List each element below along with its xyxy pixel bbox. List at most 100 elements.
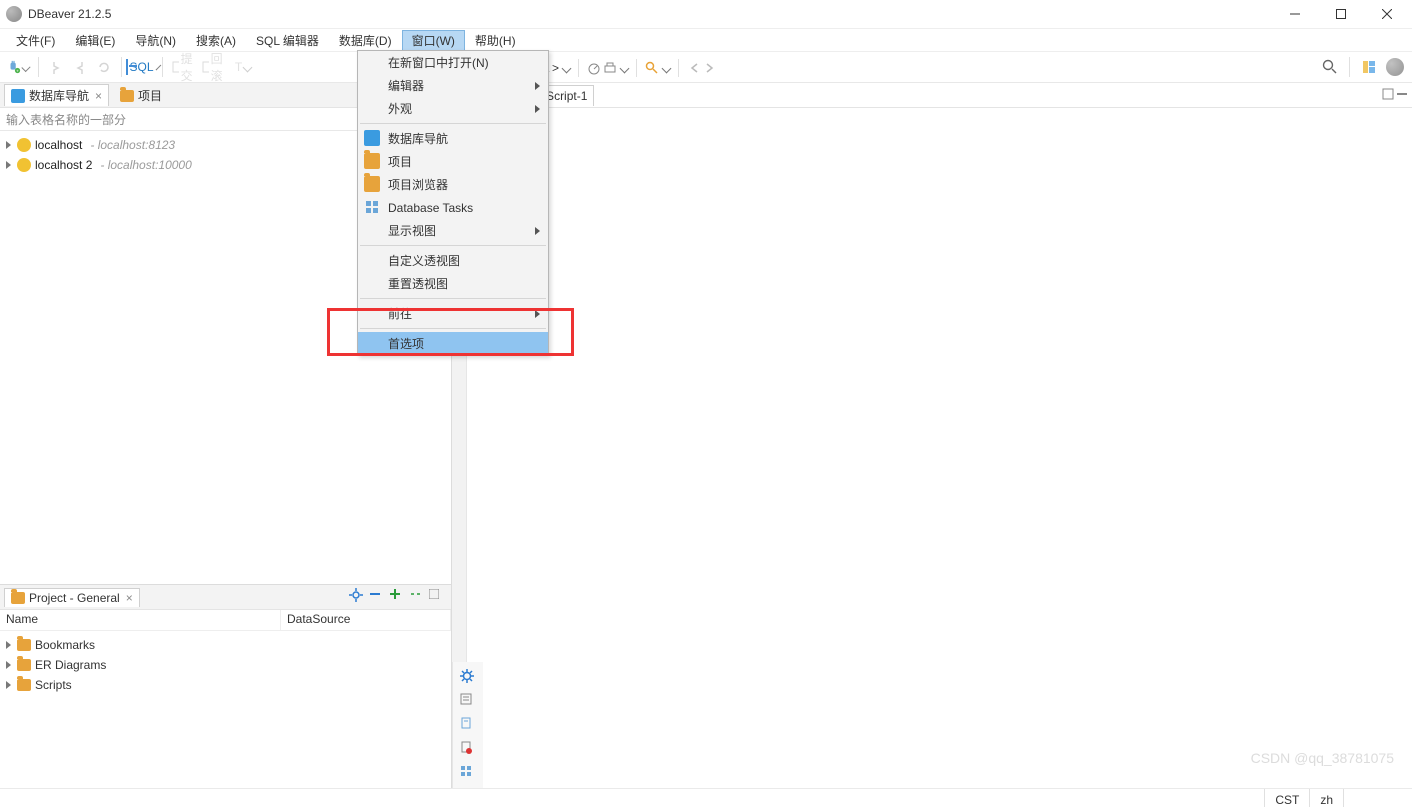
svg-text:+: + [16,68,19,73]
new-connection-button[interactable]: + [4,56,32,78]
expand-icon[interactable] [6,641,11,649]
menu-goto[interactable]: 前往 [358,302,548,325]
col-name[interactable]: Name [0,610,281,630]
filter-placeholder: 输入表格名称的一部分 [6,111,126,128]
menu-projects[interactable]: 项目 [358,150,548,173]
minimize-button[interactable] [1272,1,1318,27]
tab-db-navigator[interactable]: 数据库导航 × [4,84,109,106]
project-item[interactable]: Bookmarks [0,635,451,655]
project-item[interactable]: ER Diagrams [0,655,451,675]
menu-window[interactable]: 窗口(W) [402,30,465,51]
folder-icon [11,592,25,604]
menu-bar: 文件(F) 编辑(E) 导航(N) 搜索(A) SQL 编辑器 数据库(D) 窗… [0,29,1412,51]
menu-database-tasks[interactable]: Database Tasks [358,196,548,219]
minimize-editor-button[interactable] [1396,88,1408,103]
status-timezone[interactable]: CST [1264,789,1309,807]
sql-icon [126,59,128,75]
chevron-down-icon [620,63,630,73]
menu-show-view[interactable]: 显示视图 [358,219,548,242]
folder-icon [17,659,31,671]
tasks-icon[interactable] [459,764,477,782]
expand-icon[interactable] [6,161,11,169]
close-icon[interactable]: × [126,591,133,605]
project-columns: Name DataSource [0,610,451,631]
tasks-icon [364,199,380,215]
folder-icon [120,90,134,102]
maximize-editor-button[interactable] [1382,88,1394,103]
disconnect-button[interactable] [69,56,91,78]
tab-project-general[interactable]: Project - General × [4,588,140,607]
menu-edit[interactable]: 编辑(E) [65,30,125,51]
right-toolbar [452,662,483,788]
menu-preferences[interactable]: 首选项 [358,332,548,355]
expand-icon[interactable] [6,681,11,689]
refresh-button[interactable] [93,56,115,78]
menu-file[interactable]: 文件(F) [6,30,65,51]
rollback-icon [202,61,209,73]
col-datasource[interactable]: DataSource [281,610,451,630]
menu-db-navigator[interactable]: 数据库导航 [358,127,548,150]
settings-icon[interactable] [349,588,367,606]
mysql-icon [17,158,31,172]
sql-editor-button[interactable]: SQL [128,56,156,78]
menu-customize-perspective[interactable]: 自定义透视图 [358,249,548,272]
project-item[interactable]: Scripts [0,675,451,695]
close-button[interactable] [1364,1,1410,27]
status-empty [1343,789,1404,807]
connect-button[interactable] [45,56,67,78]
dashboard-icon[interactable] [587,61,601,75]
error-log-icon[interactable] [459,740,477,758]
chevron-down-icon [662,63,672,73]
print-icon[interactable] [603,61,617,75]
transaction-mode-button[interactable]: T [229,56,257,78]
menu-database[interactable]: 数据库(D) [329,30,402,51]
menu-reset-perspective[interactable]: 重置透视图 [358,272,548,295]
chevron-down-icon [562,63,572,73]
page-icon[interactable] [459,716,477,734]
expand-icon[interactable] [6,661,11,669]
nav-back-icon[interactable] [687,61,701,75]
perspective-button[interactable] [1358,56,1380,78]
editor-tab-bar: > <none> Script-1 [452,83,1412,108]
window-title: DBeaver 21.2.5 [28,0,111,28]
project-tree[interactable]: Bookmarks ER Diagrams Scripts [0,631,451,788]
menu-search[interactable]: 搜索(A) [186,30,246,51]
watermark: CSDN @qq_38781075 [1251,750,1394,766]
maximize-button[interactable] [1318,1,1364,27]
commit-icon [172,61,179,73]
tab-projects[interactable]: 项目 [113,84,169,106]
menu-open-new-window[interactable]: 在新窗口中打开(N) [358,51,548,74]
folder-icon [364,176,380,192]
menu-editor[interactable]: 编辑器 [358,74,548,97]
menu-navigate[interactable]: 导航(N) [125,30,186,51]
nav-fwd-icon[interactable] [703,61,717,75]
close-icon[interactable]: × [95,89,102,103]
menu-project-browser[interactable]: 项目浏览器 [358,173,548,196]
minimize-view-button[interactable] [429,588,447,606]
commit-button[interactable]: 提交 [169,56,197,78]
app-icon [6,6,22,22]
folder-icon [17,679,31,691]
mysql-icon [17,138,31,152]
menu-sql-editor[interactable]: SQL 编辑器 [246,30,329,51]
outline-icon[interactable] [459,692,477,710]
gear-icon[interactable] [459,668,477,686]
project-tab-bar: Project - General × [0,585,451,610]
collapse-project-button[interactable] [369,588,387,606]
app-logo-button[interactable] [1384,56,1406,78]
status-language[interactable]: zh [1309,789,1343,807]
menu-appearance[interactable]: 外观 [358,97,548,120]
add-button[interactable] [389,588,407,606]
search-toolbar-icon[interactable] [645,61,659,75]
link-project-button[interactable] [409,588,427,606]
rollback-button[interactable]: 回滚 [199,56,227,78]
db-nav-icon [364,130,380,146]
editor-area[interactable] [467,108,1412,662]
db-nav-icon [11,89,25,103]
expand-icon[interactable] [6,141,11,149]
folder-icon [17,639,31,651]
status-bar: CST zh [0,788,1412,807]
search-button[interactable] [1319,56,1341,78]
folder-icon [364,153,380,169]
menu-help[interactable]: 帮助(H) [465,30,526,51]
